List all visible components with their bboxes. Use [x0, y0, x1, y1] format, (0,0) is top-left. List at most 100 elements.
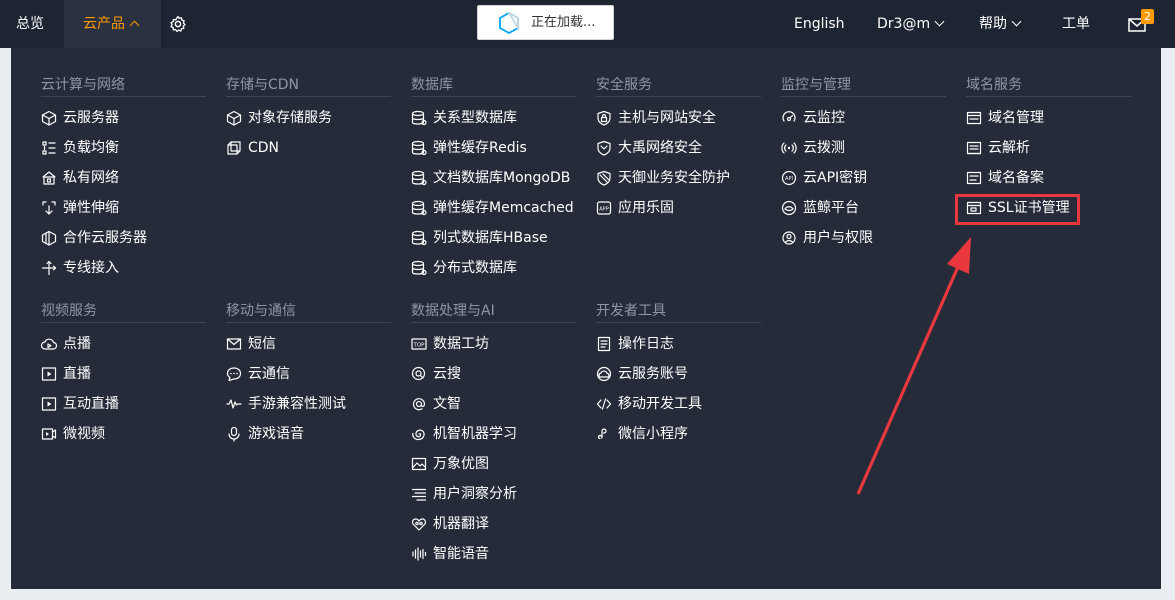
menu-item-label: 云解析	[988, 140, 1030, 156]
menu-category-video: 视频服务	[41, 300, 206, 323]
database-icon	[411, 110, 427, 126]
highlight-box-ssl	[955, 194, 1080, 225]
partner-cube-icon	[41, 230, 57, 246]
menu-item-label: 文智	[433, 396, 461, 412]
shield-icon	[597, 140, 611, 156]
chevron-down-icon	[934, 16, 945, 27]
menu-item-label: 智能语音	[433, 546, 489, 562]
menu-item-label: CDN	[248, 140, 280, 156]
menu-item-label: 文档数据库MongoDB	[433, 170, 571, 186]
menu-category-mobile: 移动与通信	[226, 300, 391, 323]
at-icon	[412, 398, 426, 411]
play-box-icon	[41, 397, 57, 411]
menu-category-dev: 开发者工具	[596, 300, 761, 323]
database-icon	[411, 170, 427, 186]
voice-icon	[412, 547, 427, 561]
gear-icon[interactable]	[169, 15, 187, 33]
mini-program-icon	[597, 428, 607, 440]
app-icon: APP	[596, 201, 612, 215]
menu-item-label: 用户与权限	[803, 230, 873, 246]
loading-indicator: 正在加载...	[477, 5, 614, 40]
menu-category-domain: 域名服务	[966, 74, 1131, 97]
menu-item-label: 点播	[63, 336, 91, 352]
menu-item-label: 云服务账号	[618, 366, 688, 382]
direct-connect-icon	[41, 260, 57, 276]
ticket-link[interactable]: 工单	[1062, 0, 1090, 48]
expand-icon	[42, 201, 56, 215]
menu-category-monitor: 监控与管理	[781, 74, 946, 97]
api-key-icon: API	[781, 170, 797, 186]
list-icon	[411, 488, 427, 501]
menu-item-label: 云服务器	[63, 110, 119, 126]
play-box-icon	[41, 367, 57, 381]
user-icon	[782, 231, 796, 245]
menu-item-label: 对象存储服务	[248, 110, 332, 126]
svg-text:TOP: TOP	[412, 342, 425, 348]
database-icon	[411, 230, 427, 246]
dns-icon	[966, 141, 982, 155]
house-network-icon	[42, 171, 56, 185]
cloud-products-menu[interactable]: 云产品	[64, 0, 161, 48]
menu-item-label: 直播	[63, 366, 91, 382]
menu-item-label: 手游兼容性测试	[248, 396, 346, 412]
menu-item-label: 专线接入	[63, 260, 119, 276]
cdn-icon	[227, 141, 241, 155]
chevron-down-icon	[1011, 16, 1022, 27]
database-icon	[411, 260, 427, 276]
chevron-up-icon	[129, 20, 140, 31]
menu-category-ai: 数据处理与AI	[411, 300, 576, 323]
overview-link[interactable]: 总览	[16, 0, 44, 48]
menu-item-label: 主机与网站安全	[618, 110, 716, 126]
menu-item-label: 云通信	[248, 366, 290, 382]
menu-item-label: 游戏语音	[248, 426, 304, 442]
cube-icon	[226, 110, 242, 126]
svg-text:API: API	[785, 176, 793, 182]
menu-item-label: 微信小程序	[618, 426, 688, 442]
record-icon	[966, 171, 982, 185]
svg-text:APP: APP	[599, 207, 608, 213]
menu-item-label: 微视频	[63, 426, 105, 442]
user-account-menu[interactable]: Dr3@m	[877, 0, 945, 48]
menu-item-label: 域名管理	[988, 110, 1044, 126]
help-menu[interactable]: 帮助	[979, 0, 1022, 48]
menu-item-label: 万象优图	[433, 456, 489, 472]
language-switch[interactable]: English	[794, 0, 845, 48]
loading-text: 正在加载...	[531, 15, 596, 30]
menu-item-label: 云拨测	[803, 140, 845, 156]
envelope-icon	[226, 338, 242, 350]
loading-hexagon-icon	[499, 12, 519, 34]
signal-icon	[781, 142, 797, 154]
image-icon	[411, 457, 427, 471]
menu-item-label: 负载均衡	[63, 140, 119, 156]
menu-item-label: 云API密钥	[803, 170, 868, 186]
waveform-icon	[226, 399, 242, 409]
menu-item-label: 移动开发工具	[618, 396, 702, 412]
menu-category-storage: 存储与CDN	[226, 74, 391, 97]
monitor-icon	[782, 111, 796, 122]
menu-item-label: 大禹网络安全	[618, 140, 702, 156]
database-icon	[411, 200, 427, 216]
translate-icon	[411, 518, 427, 531]
whale-icon	[781, 200, 797, 216]
database-icon	[411, 140, 427, 156]
microphone-icon	[228, 426, 240, 442]
menu-item-label: 短信	[248, 336, 276, 352]
menu-item-label: 合作云服务器	[63, 230, 147, 246]
menu-item-label: 应用乐固	[618, 200, 674, 216]
menu-item-label: 互动直播	[63, 396, 119, 412]
menu-item-label: 机器翻译	[433, 516, 489, 532]
load-balancer-icon	[42, 141, 56, 155]
user-name: Dr3@m	[877, 16, 931, 32]
menu-item-label: 域名备案	[988, 170, 1044, 186]
menu-item-label: 云监控	[803, 110, 845, 126]
menu-item-label: 机智机器学习	[433, 426, 517, 442]
code-icon	[596, 398, 612, 410]
video-icon	[41, 428, 57, 440]
menu-item-label: 关系型数据库	[433, 110, 517, 126]
menu-category-security: 安全服务	[596, 74, 761, 97]
menu-item-label: 数据工坊	[433, 336, 489, 352]
shield-lock-icon	[597, 110, 611, 126]
mail-count-badge: 2	[1141, 9, 1154, 24]
cloud-products-label: 云产品	[83, 16, 125, 32]
menu-item-label: 云搜	[433, 366, 461, 382]
